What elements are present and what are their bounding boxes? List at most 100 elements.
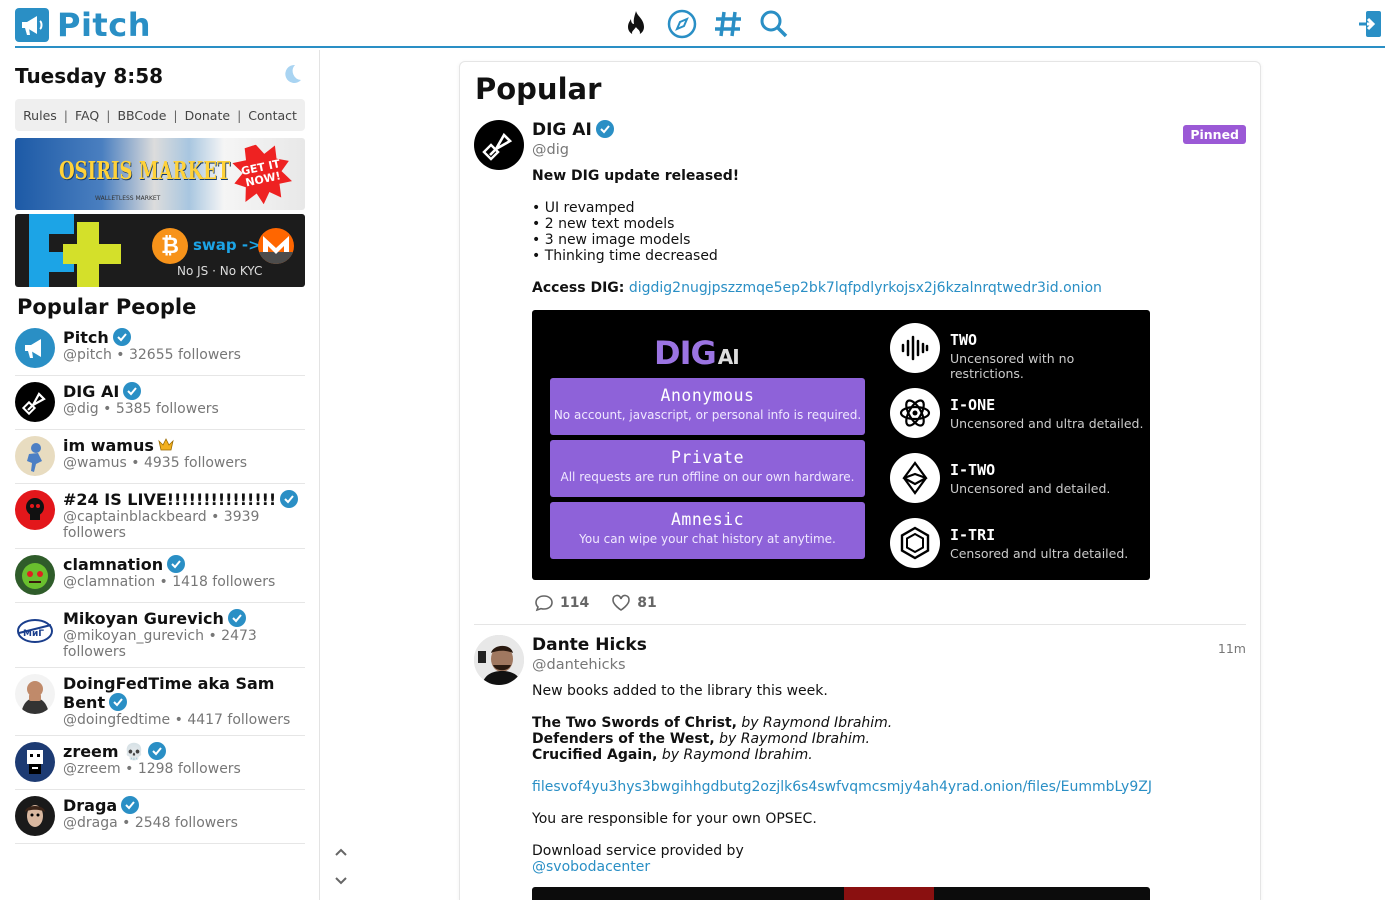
current-date: Tuesday 8:58 bbox=[15, 64, 164, 88]
site-logo[interactable]: Pitch bbox=[15, 8, 151, 42]
swap-banner[interactable]: ₿ swap -> No JS · No KYC bbox=[15, 214, 305, 287]
person-meta: @clamnation • 1418 followers bbox=[63, 574, 276, 590]
post-time[interactable]: 11m bbox=[1218, 641, 1246, 656]
post-intro: New books added to the library this week… bbox=[532, 683, 828, 699]
avatar[interactable] bbox=[474, 120, 524, 170]
person-item[interactable]: Pitch @pitch • 32655 followers bbox=[15, 322, 305, 376]
bbcode-link[interactable]: BBCode bbox=[117, 108, 166, 123]
verified-icon bbox=[227, 609, 246, 627]
model-i-tri: I-TRI Censored and ultra detailed. bbox=[890, 518, 1150, 570]
model-two: TWO Uncensored with no restrictions. bbox=[890, 323, 1150, 381]
waveform-icon bbox=[890, 323, 940, 373]
feature-anonymous: Anonymous No account, javascript, or per… bbox=[550, 378, 865, 435]
swap-logo-icon bbox=[29, 214, 121, 287]
left-sidebar: Tuesday 8:58 Rules | FAQ | BBCode | Donate |… bbox=[15, 60, 305, 900]
scroll-up-icon[interactable] bbox=[333, 844, 349, 860]
avatar bbox=[15, 674, 55, 714]
person-item[interactable]: Draga @draga • 2548 followers bbox=[15, 790, 305, 844]
person-item[interactable]: DIG AI @dig • 5385 followers bbox=[15, 376, 305, 430]
get-it-now-badge: GET IT NOW! bbox=[227, 139, 296, 210]
book-item: Defenders of the West, by Raymond Ibrahi… bbox=[532, 731, 870, 747]
person-name: im wamus bbox=[63, 436, 154, 455]
avatar bbox=[15, 382, 55, 422]
verified-icon bbox=[109, 693, 128, 711]
hashtag-icon[interactable] bbox=[712, 8, 744, 40]
person-item[interactable]: zreem 💀 @zreem • 1298 followers bbox=[15, 736, 305, 790]
avatar bbox=[15, 796, 55, 836]
dig-logo: DIG AI bbox=[654, 334, 740, 372]
avatar bbox=[15, 436, 55, 476]
rules-link[interactable]: Rules bbox=[23, 108, 57, 123]
person-meta: @zreem • 1298 followers bbox=[63, 761, 241, 777]
post-divider bbox=[474, 624, 1246, 625]
post-actions: 114 81 bbox=[534, 594, 657, 612]
login-icon[interactable] bbox=[1357, 9, 1383, 39]
book-item: The Two Swords of Christ, by Raymond Ibr… bbox=[532, 715, 893, 731]
crown-icon bbox=[158, 436, 174, 455]
avatar[interactable] bbox=[474, 635, 524, 685]
post-headline: New DIG update released! bbox=[532, 168, 740, 184]
comment-button[interactable]: 114 bbox=[534, 594, 589, 612]
author-handle[interactable]: @dantehicks bbox=[532, 655, 1246, 675]
heart-icon bbox=[612, 594, 631, 611]
fire-icon[interactable] bbox=[620, 8, 652, 40]
contact-link[interactable]: Contact bbox=[248, 108, 297, 123]
main-nav bbox=[620, 8, 790, 40]
person-meta: @dig • 5385 followers bbox=[63, 401, 219, 417]
donate-link[interactable]: Donate bbox=[185, 108, 230, 123]
verified-icon bbox=[280, 490, 299, 508]
verified-icon bbox=[595, 120, 614, 138]
compass-icon[interactable] bbox=[666, 8, 698, 40]
library-link[interactable]: filesvof4yu3hys3bwgihhgdbutg2ozjlk6s4swf… bbox=[532, 779, 1152, 795]
verified-icon bbox=[167, 555, 186, 573]
person-item[interactable]: im wamus @wamus • 4935 followers bbox=[15, 430, 305, 484]
person-item[interactable]: #24 IS LIVE!!!!!!!!!!!!!!! @captainblack… bbox=[15, 484, 305, 549]
post: Dante Hicks @dantehicks 11m New books ad… bbox=[474, 635, 1246, 900]
person-item[interactable]: MиГ Mikoyan Gurevich @mikoyan_gurevich •… bbox=[15, 603, 305, 668]
avatar: MиГ bbox=[15, 609, 55, 649]
swap-note: No JS · No KYC bbox=[177, 264, 263, 278]
person-name: Draga bbox=[63, 796, 118, 815]
avatar bbox=[15, 555, 55, 595]
sidebar-divider bbox=[319, 50, 320, 900]
feature-private: Private All requests are run offline on … bbox=[550, 440, 865, 497]
top-bar: Pitch bbox=[15, 0, 1385, 48]
post-image[interactable] bbox=[532, 887, 1150, 900]
person-item[interactable]: DoingFedTime aka Sam Bent @doingfedtime … bbox=[15, 668, 305, 736]
svobodacenter-link[interactable]: @svobodacenter bbox=[532, 859, 650, 875]
book-item: Crucified Again, by Raymond Ibrahim. bbox=[532, 747, 813, 763]
ethereum-icon bbox=[890, 453, 940, 503]
bullet-item: • 3 new image models bbox=[532, 232, 691, 248]
person-item[interactable]: clamnation @clamnation • 1418 followers bbox=[15, 549, 305, 603]
scroll-down-icon[interactable] bbox=[333, 873, 349, 889]
model-i-one: I-ONE Uncensored and ultra detailed. bbox=[890, 388, 1150, 440]
person-meta: @mikoyan_gurevich • 2473 followers bbox=[63, 628, 257, 660]
swap-text: swap -> bbox=[193, 236, 261, 254]
avatar bbox=[15, 328, 55, 368]
search-icon[interactable] bbox=[758, 8, 790, 40]
like-button[interactable]: 81 bbox=[611, 594, 657, 612]
main-feed: Popular DIG AI @dig Pinned New DIG updat… bbox=[459, 61, 1261, 900]
hexagon-icon bbox=[890, 518, 940, 568]
person-meta: @captainblackbeard • 3939 followers bbox=[63, 509, 260, 541]
person-name: Mikoyan Gurevich bbox=[63, 609, 224, 628]
post: DIG AI @dig Pinned New DIG update releas… bbox=[474, 120, 1246, 615]
person-meta: @doingfedtime • 4417 followers bbox=[63, 712, 291, 728]
access-link[interactable]: digdig2nugjpszzmqe5ep2bk7lqfpdlyrkojsx2j… bbox=[629, 280, 1102, 296]
osiris-market-banner[interactable]: OSIRIS MARKET WALLETLESS MARKET GET IT N… bbox=[15, 138, 305, 210]
person-name: DIG AI bbox=[63, 382, 120, 401]
author-handle[interactable]: @dig bbox=[532, 140, 1246, 160]
dig-promo-image[interactable]: DIG AI Anonymous No account, javascript, … bbox=[532, 310, 1150, 580]
moon-icon[interactable] bbox=[281, 63, 303, 89]
info-links: Rules | FAQ | BBCode | Donate | Contact bbox=[15, 99, 305, 131]
person-name: Pitch bbox=[63, 328, 109, 347]
megaphone-icon bbox=[15, 8, 49, 42]
person-meta: @pitch • 32655 followers bbox=[63, 347, 241, 363]
faq-link[interactable]: FAQ bbox=[75, 108, 99, 123]
banner-title: OSIRIS MARKET bbox=[59, 156, 231, 185]
author-name[interactable]: Dante Hicks bbox=[532, 635, 1246, 655]
comment-count: 114 bbox=[560, 595, 590, 611]
author-name[interactable]: DIG AI bbox=[532, 120, 592, 140]
bitcoin-icon: ₿ bbox=[152, 228, 188, 264]
atom-icon bbox=[890, 388, 940, 438]
